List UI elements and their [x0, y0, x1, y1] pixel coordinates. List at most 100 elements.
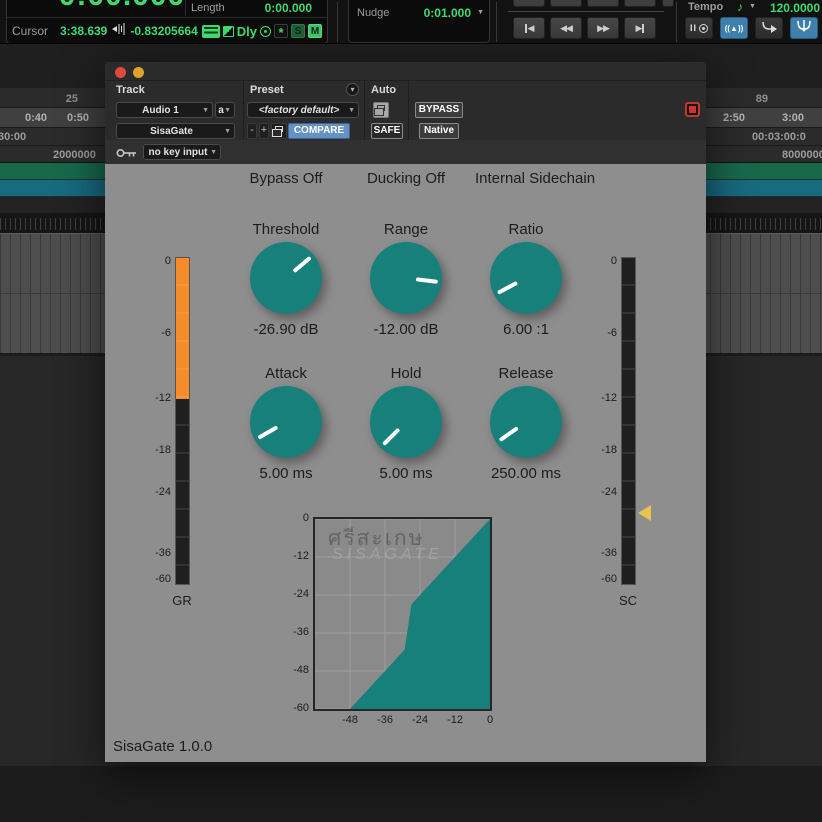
meter-tick: -12 [137, 392, 171, 404]
range-knob[interactable] [370, 242, 442, 314]
meter-tick: -36 [583, 547, 617, 559]
plugin-header[interactable]: Track Preset ▾ Auto Audio 1▼ a▼ SisaGate… [105, 62, 706, 164]
knob-value: 6.00 :1 [466, 321, 586, 338]
copy-settings-button[interactable] [271, 123, 287, 139]
cursor-row: Cursor 3:38.639 -0.83205664 Dly * S M [7, 18, 327, 44]
partial-button[interactable] [587, 0, 619, 7]
threshold-knob[interactable] [250, 242, 322, 314]
chevron-down-icon[interactable]: ▼ [477, 9, 484, 16]
fast-forward-button[interactable]: ▶▶ [587, 17, 619, 39]
graph-x-tick: 0 [475, 714, 505, 726]
sidechain-mode-button[interactable]: Internal Sidechain [475, 170, 595, 187]
bar-number-left: 25 [50, 93, 78, 105]
return-to-start-button[interactable]: ◀ [513, 17, 545, 39]
chevron-down-icon: ▼ [202, 107, 209, 114]
bypass-mode-button[interactable]: Bypass Off [249, 170, 322, 187]
bypass-button[interactable]: BYPASS [415, 102, 463, 118]
main-counter-panel: 0:00.000 Length 0:00.000 Cursor 3:38.639… [6, 0, 328, 44]
meter-tick: 0 [583, 255, 617, 267]
key-icon [115, 146, 139, 164]
release-knob[interactable] [490, 386, 562, 458]
delay-compensation-label: Dly [237, 24, 257, 39]
track-letter-selector[interactable]: a▼ [215, 102, 235, 118]
auto-enable-button[interactable] [373, 102, 389, 118]
elastic-audio-icon[interactable] [202, 25, 220, 38]
graph-x-tick: -12 [440, 714, 470, 726]
length-label: Length [191, 2, 225, 14]
track-section-label: Track [116, 84, 145, 96]
nudge-label: Nudge [357, 7, 389, 19]
track-selector[interactable]: Audio 1▼ [116, 102, 213, 118]
screen: 25 89 0:40 0:50 2:50 3:00 30:00 00:03:00… [0, 0, 822, 822]
edit-background-bottom [0, 766, 822, 822]
key-input-selector[interactable]: no key input▼ [143, 144, 221, 160]
mute-button[interactable]: M [308, 24, 322, 38]
version-label: SisaGate 1.0.0 [113, 738, 212, 755]
cursor-peak-value: -0.83205664 [130, 24, 197, 38]
ducking-mode-button[interactable]: Ducking Off [367, 170, 445, 187]
solo-button[interactable]: S [291, 24, 305, 38]
sc-meter-label: SC [612, 593, 644, 608]
rewind-button[interactable]: ◀◀ [550, 17, 582, 39]
preset-selector[interactable]: <factory default>▼ [247, 102, 359, 118]
minsec-label: 0:40 [17, 112, 47, 124]
graph-x-tick: -48 [335, 714, 365, 726]
hold-knob[interactable] [370, 386, 442, 458]
meter-tick: -18 [583, 444, 617, 456]
metronome-button[interactable]: ((▲)) [720, 17, 748, 39]
timecode-label: 00:03:00:0 [752, 131, 806, 143]
samples-label: 8000000 [782, 149, 822, 161]
graph-y-tick: -36 [273, 626, 309, 638]
compare-button[interactable]: COMPARE [288, 123, 350, 139]
attack-knob[interactable] [250, 386, 322, 458]
partial-button[interactable] [624, 0, 656, 7]
timebase-icon[interactable] [223, 26, 234, 37]
partial-button[interactable] [550, 0, 582, 7]
graph-y-tick: 0 [273, 512, 309, 524]
plugin-target-button[interactable] [685, 102, 700, 117]
minsec-label: 2:50 [713, 112, 745, 124]
gr-meter [175, 257, 190, 585]
copy-icon [275, 126, 283, 132]
knob-value: -26.90 dB [226, 321, 346, 338]
target-icon[interactable] [260, 26, 271, 37]
auto-section-label: Auto [371, 84, 396, 96]
knob-label: Ratio [466, 221, 586, 238]
graph-x-tick: -24 [405, 714, 435, 726]
main-counter[interactable]: 0:00.000 [47, 0, 197, 13]
count-off-button[interactable] [790, 17, 818, 39]
go-to-end-button[interactable]: ▶ [624, 17, 656, 39]
timecode-label: 30:00 [0, 131, 26, 143]
partial-button[interactable] [662, 0, 674, 7]
meter-tick: -60 [137, 573, 171, 585]
asterisk-button[interactable]: * [274, 24, 288, 38]
gr-meter-label: GR [166, 593, 198, 608]
preset-decrement-button[interactable]: - [247, 123, 257, 139]
key-input-row: no key input▼ [105, 140, 706, 164]
graph-y-tick: -24 [273, 588, 309, 600]
preset-increment-button[interactable]: + [259, 123, 269, 139]
waveform-cursor-icon [111, 22, 126, 41]
safe-button[interactable]: SAFE [371, 123, 403, 139]
threshold-marker-icon[interactable] [638, 505, 651, 521]
curved-arrow-icon [761, 19, 778, 38]
nudge-value[interactable]: 0:01.000 [424, 6, 471, 20]
midi-merge-button[interactable] [755, 17, 783, 39]
ratio-knob[interactable] [490, 242, 562, 314]
copy-icon [377, 105, 385, 111]
wait-for-note-button[interactable]: II [685, 17, 713, 39]
meter-tick: -24 [137, 486, 171, 498]
meter-tick: -12 [583, 392, 617, 404]
partial-button[interactable] [513, 0, 545, 7]
graph-y-tick: -48 [273, 664, 309, 676]
close-button[interactable] [115, 67, 126, 78]
native-button[interactable]: Native [419, 123, 459, 139]
minimize-button[interactable] [133, 67, 144, 78]
status-icon-cluster: Dly * S M [202, 24, 322, 39]
plugin-selector[interactable]: SisaGate▼ [116, 123, 235, 139]
preset-menu-icon[interactable]: ▾ [346, 83, 359, 96]
cursor-label: Cursor [12, 24, 48, 38]
tempo-value[interactable]: 120.0000 [750, 1, 820, 15]
chevron-down-icon: ▼ [224, 128, 231, 135]
sc-meter [621, 257, 636, 585]
